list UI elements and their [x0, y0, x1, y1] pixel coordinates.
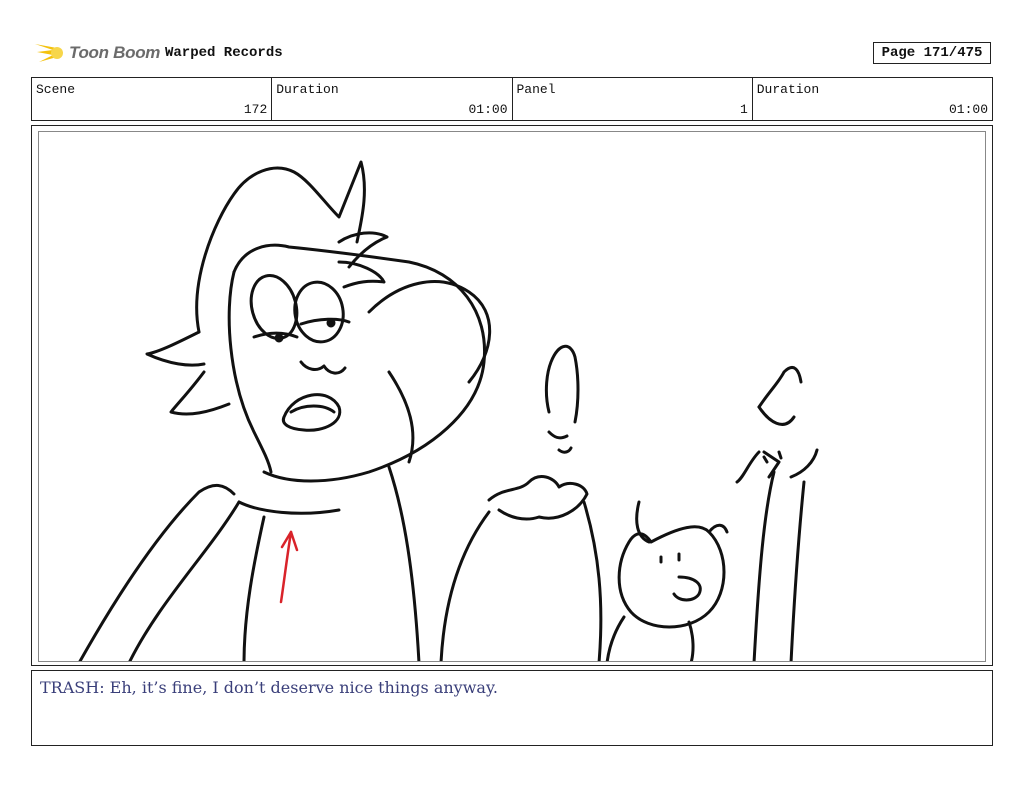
- gnome-character-sketch: [439, 344, 603, 661]
- scene-info-row: Scene 172 Duration 01:00 Panel 1 Duratio…: [31, 77, 993, 121]
- logo-text: Toon Boom: [69, 43, 161, 62]
- scene-duration-label: Duration: [276, 82, 339, 97]
- starburst-icon: [35, 44, 63, 62]
- panel-duration-label: Duration: [756, 82, 820, 97]
- panel-value: 1: [739, 102, 748, 117]
- panel-cell: Panel 1: [513, 78, 753, 120]
- toon-boom-logo: Toon Boom: [33, 38, 160, 68]
- scene-duration-value: 01:00: [468, 102, 508, 117]
- panel-label: Panel: [516, 82, 556, 97]
- scene-label: Scene: [36, 82, 76, 97]
- page-indicator: Page 171/475: [873, 42, 991, 64]
- scene-duration-cell: Duration 01:00: [272, 78, 513, 120]
- storyboard-drawing: [38, 131, 986, 662]
- dialogue-text: TRASH: Eh, it’s fine, I don’t deserve ni…: [40, 678, 498, 697]
- direction-arrow: [279, 530, 299, 604]
- scene-value: 172: [243, 102, 268, 117]
- project-title: Warped Records: [165, 45, 283, 61]
- panel-duration-value: 01:00: [948, 102, 988, 117]
- pointy-character-sketch: [735, 366, 819, 661]
- scene-cell: Scene 172: [32, 78, 273, 120]
- round-character-sketch: [605, 500, 729, 661]
- dialogue-box: TRASH: Eh, it’s fine, I don’t deserve ni…: [31, 670, 993, 746]
- panel-duration-cell: Duration 01:00: [753, 78, 992, 120]
